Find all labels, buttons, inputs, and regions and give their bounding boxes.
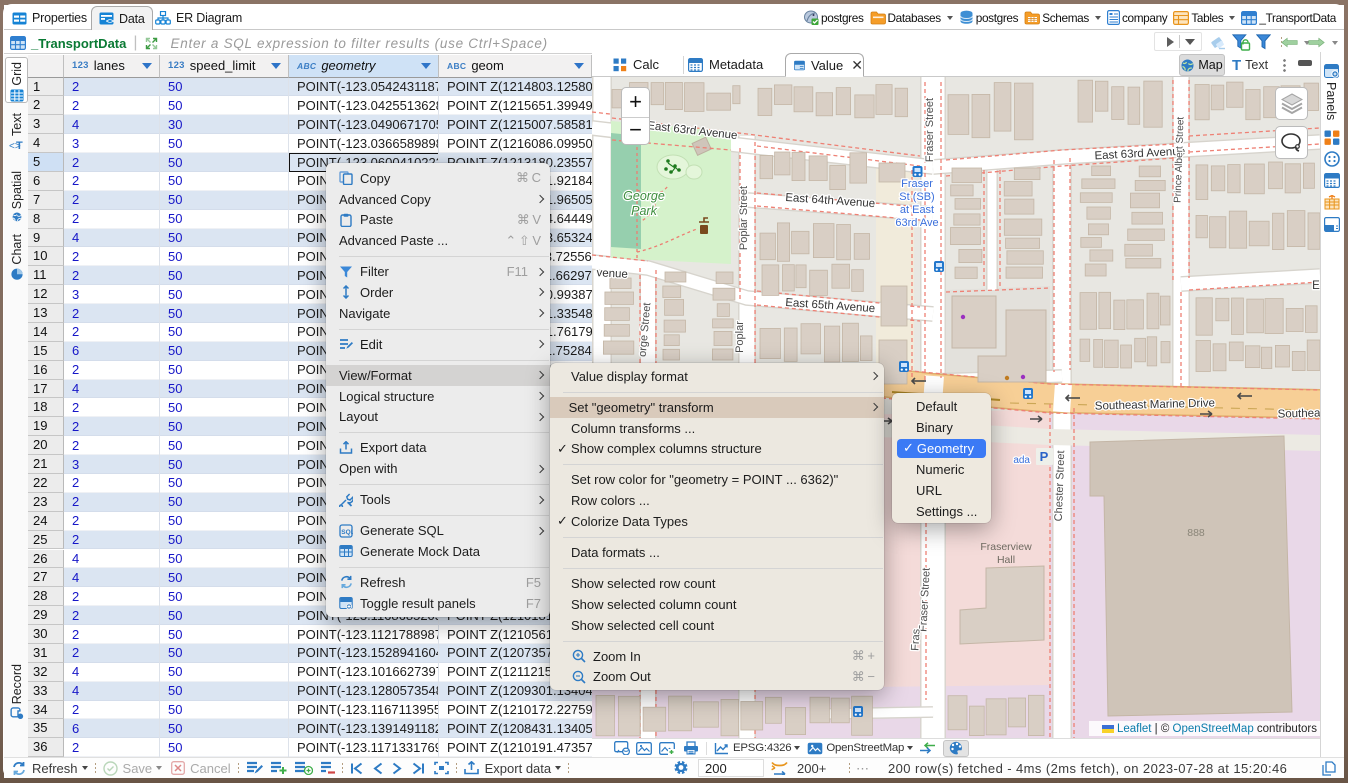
svg-text:venue: venue [596, 267, 628, 281]
svg-text:Fraserview: Fraserview [980, 541, 1032, 553]
svg-text:St (SB): St (SB) [899, 191, 934, 203]
svg-text:Poplar Street: Poplar Street [738, 186, 750, 250]
svg-text:Fras: Fras [909, 628, 922, 651]
svg-text:Fraser Street: Fraser Street [924, 98, 936, 162]
svg-text:Hall: Hall [997, 554, 1015, 566]
svg-text:at East: at East [900, 204, 934, 216]
svg-text:T: T [16, 140, 23, 151]
svg-text:SQL: SQL [341, 529, 353, 536]
svg-text:<>: <> [106, 19, 114, 26]
svg-text:ada: ada [1013, 455, 1030, 466]
svg-text:Chester Street: Chester Street [1053, 450, 1067, 521]
svg-text:E: E [1312, 280, 1320, 292]
svg-text:Poplar: Poplar [734, 321, 746, 353]
svg-text:63rd Ave: 63rd Ave [895, 217, 938, 229]
svg-text:P: P [1040, 449, 1049, 464]
svg-text:George: George [623, 189, 665, 203]
svg-text:Fraser: Fraser [901, 178, 933, 190]
svg-text:Park: Park [631, 204, 657, 218]
svg-text:888: 888 [1187, 527, 1205, 539]
svg-text:Southeas: Southeas [1277, 407, 1320, 420]
